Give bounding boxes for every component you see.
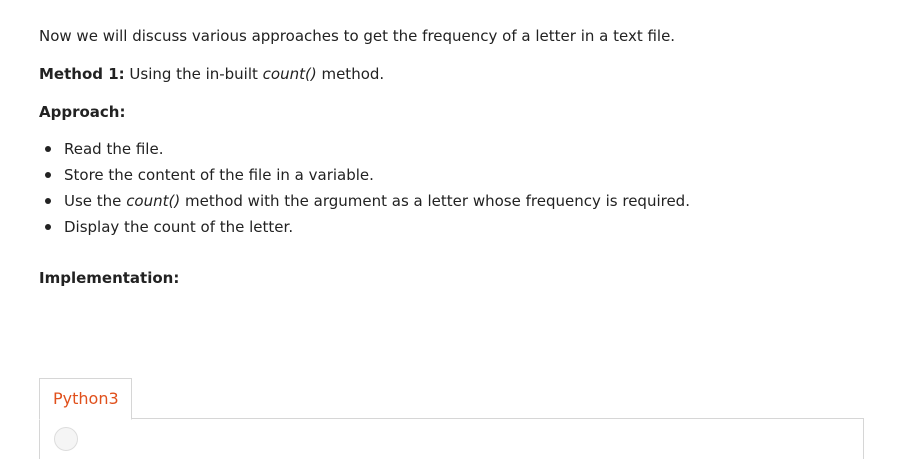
tab-label: Python3 (53, 389, 119, 408)
method-label: Method 1: (39, 65, 125, 83)
method-text-after: method. (316, 65, 385, 83)
list-item-text-before: Use the (64, 192, 127, 210)
list-item-text-after: method with the argument as a letter who… (180, 192, 690, 210)
bullet-icon (45, 198, 51, 204)
list-item-text: Read the file. (64, 140, 164, 158)
list-item: Store the content of the file in a varia… (39, 165, 690, 191)
method-text-before: Using the in-built (124, 65, 263, 83)
method-paragraph: Method 1: Using the in-built count() met… (39, 64, 384, 84)
approach-heading: Approach: (39, 103, 126, 121)
bullet-icon (45, 172, 51, 178)
implementation-heading: Implementation: (39, 269, 180, 287)
method-code: count() (262, 65, 317, 83)
list-item-text: Display the count of the letter. (64, 218, 294, 236)
bullet-icon (45, 146, 51, 152)
bullet-icon (45, 224, 51, 230)
intro-paragraph: Now we will discuss various approaches t… (39, 27, 676, 45)
code-block (39, 418, 864, 459)
list-item-code: count() (126, 192, 181, 210)
list-item: Read the file. (39, 139, 690, 165)
list-item: Use the count() method with the argument… (39, 191, 690, 217)
list-item: Display the count of the letter. (39, 217, 690, 243)
tab-python3[interactable]: Python3 (39, 378, 132, 420)
approach-list: Read the file. Store the content of the … (39, 139, 690, 243)
list-item-text: Store the content of the file in a varia… (64, 166, 374, 184)
